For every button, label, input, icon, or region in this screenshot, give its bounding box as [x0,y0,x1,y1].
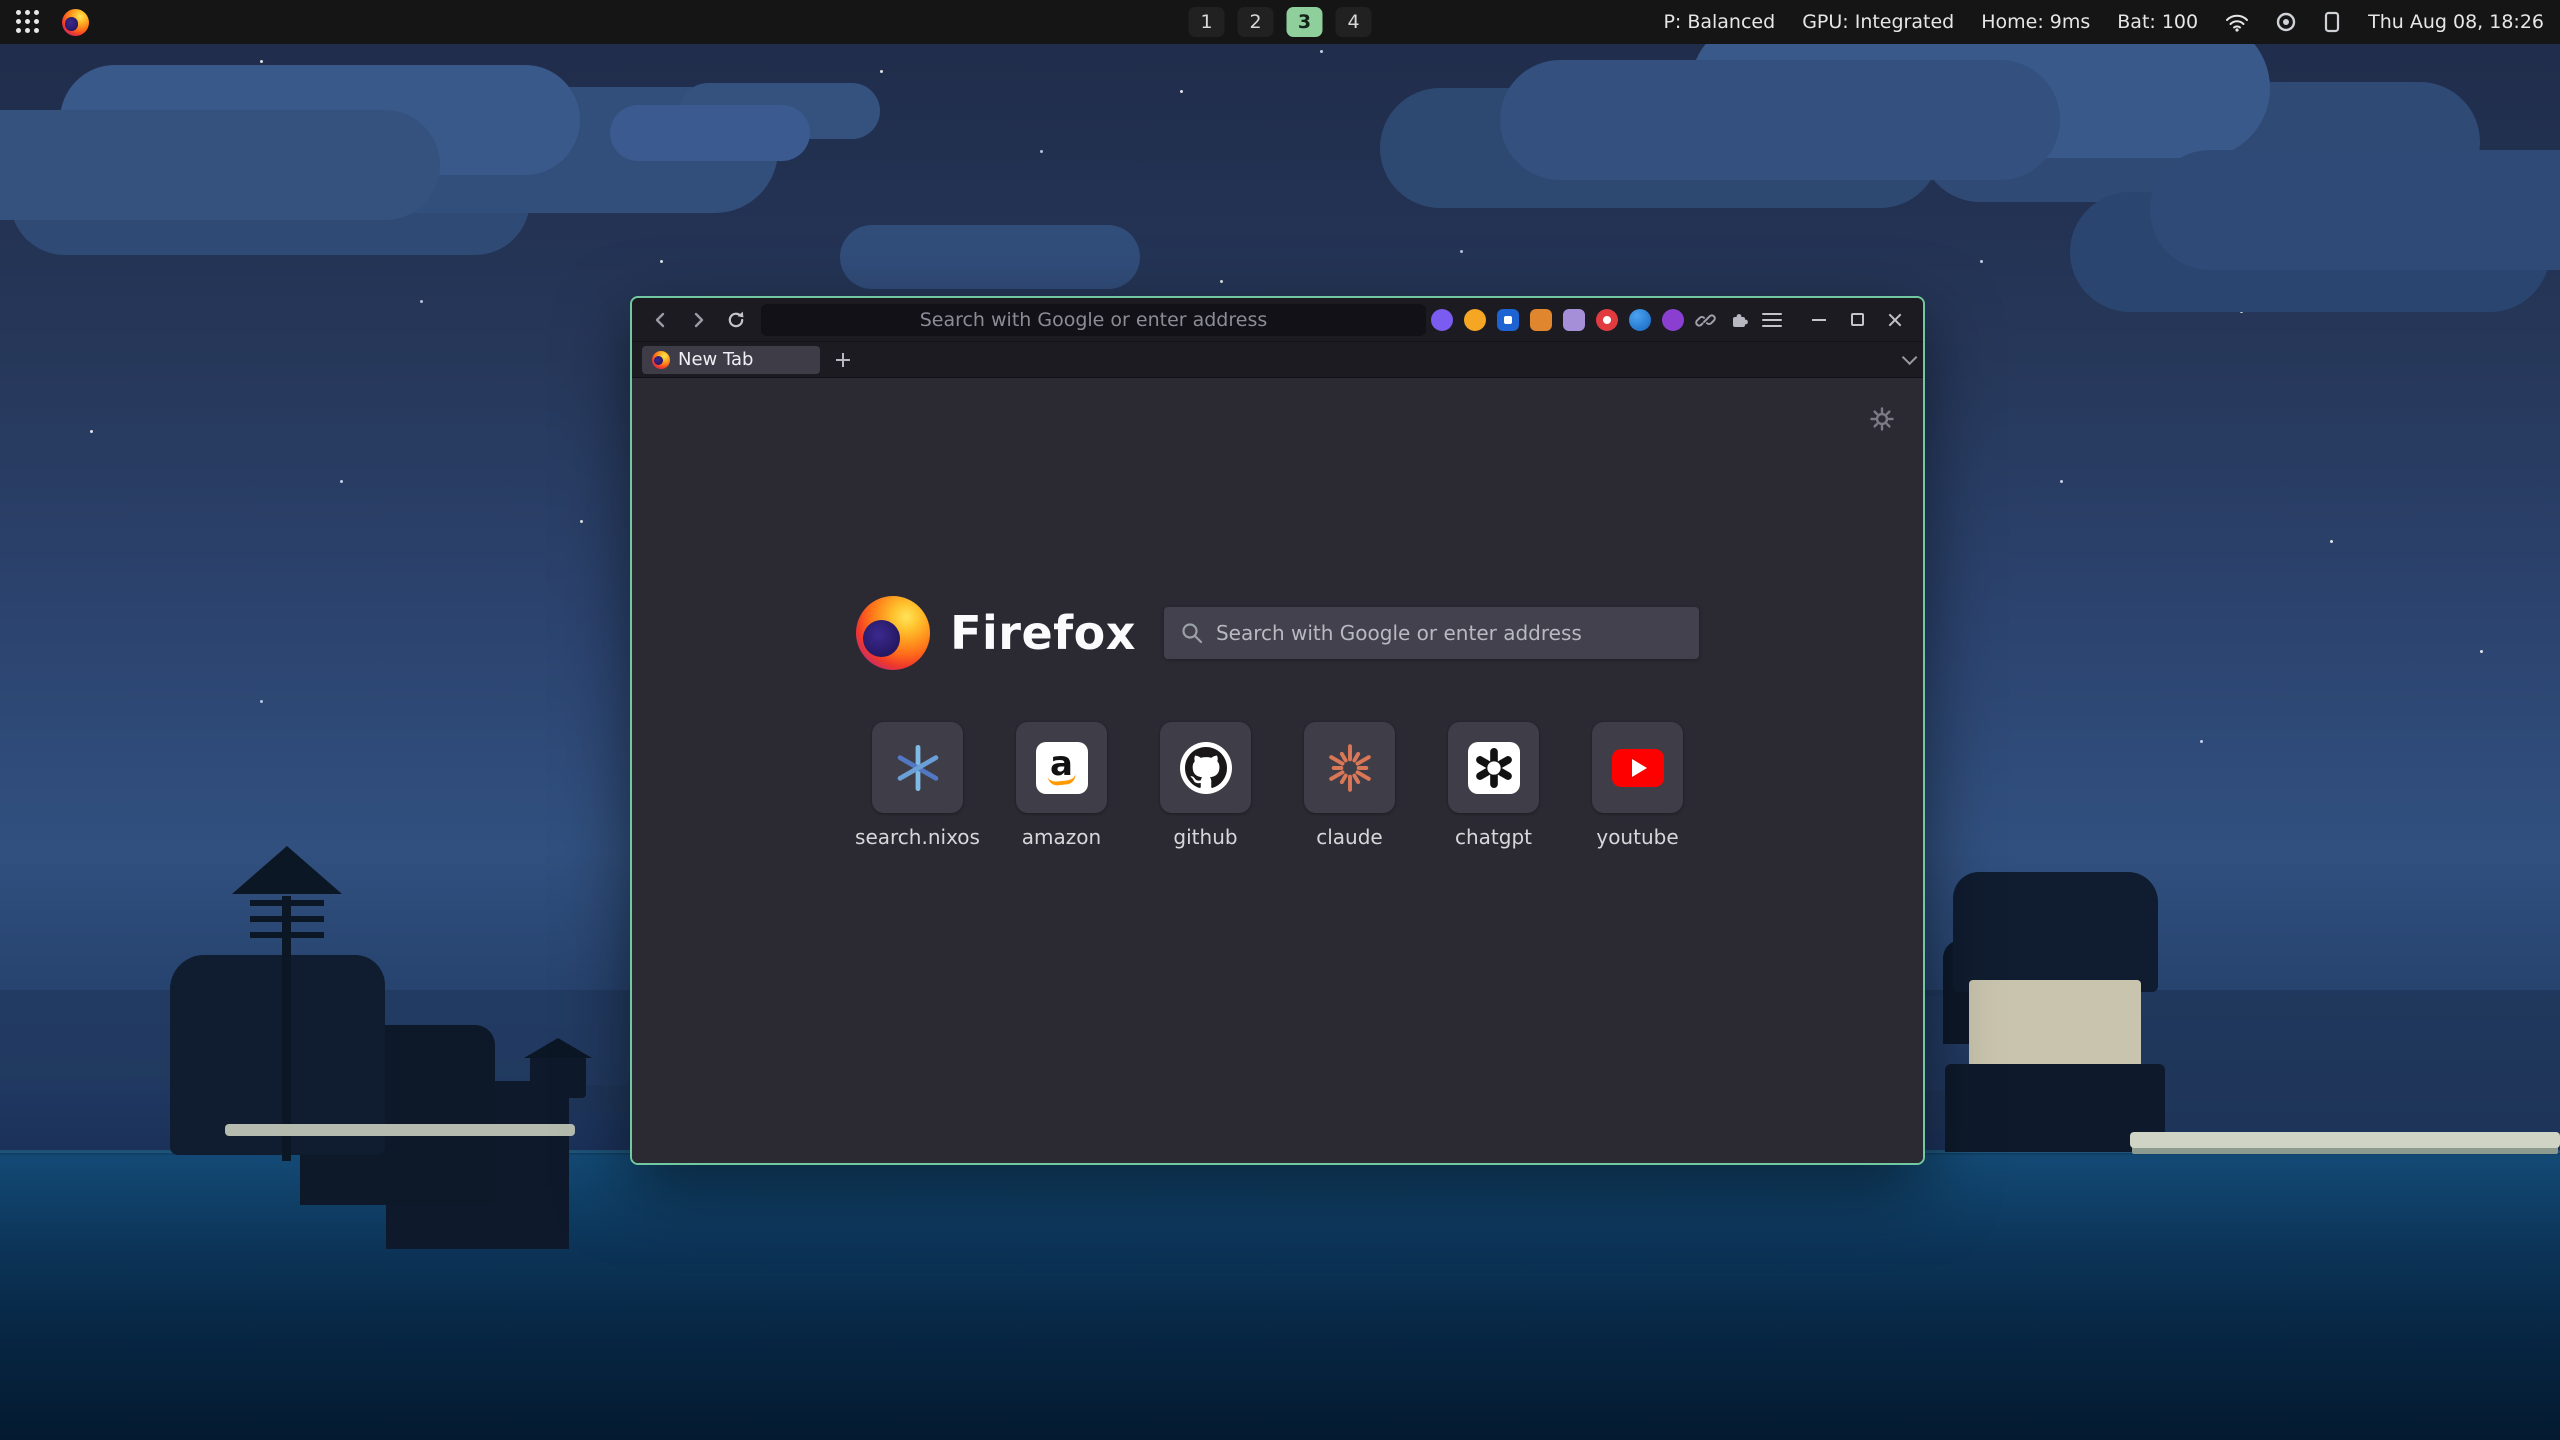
hut [530,1056,586,1098]
shortcut-label: youtube [1596,825,1678,849]
workspace-2[interactable]: 2 [1238,7,1274,37]
extension-icon-5[interactable] [1562,308,1586,332]
shortcut-github[interactable]: github [1160,722,1251,849]
firefox-hero: Firefox [856,596,1699,670]
toolbar-extensions [1430,304,1911,336]
shortcut-label: amazon [1022,825,1101,849]
island-right [1925,872,2185,1152]
url-bar [761,304,1426,336]
shortcut-search-nixos[interactable]: search.nixos [872,722,963,849]
beach-right [2130,1132,2560,1148]
claude-starburst-icon [1325,743,1375,793]
extension-icon-2[interactable] [1463,308,1487,332]
firefox-logo [856,596,930,670]
amazon-icon: a [1036,742,1088,794]
firefox-window: New Tab Firefox [630,296,1925,1165]
personalize-gear-icon[interactable] [1869,406,1895,436]
tab-bar: New Tab [632,342,1923,378]
chatgpt-knot-icon [1468,742,1520,794]
workspace-switcher: 1 2 3 4 [1189,0,1372,44]
extension-icon-7[interactable] [1628,308,1652,332]
tab-list-chevron-icon[interactable] [1902,350,1918,366]
nixos-snowflake-icon [893,743,943,793]
firefox-launcher-icon[interactable] [62,9,89,36]
menu-hamburger-icon[interactable] [1760,308,1784,332]
app-launcher-icon[interactable] [16,10,40,34]
beach-left [225,1124,575,1136]
github-octocat-icon [1180,742,1232,794]
status-bar: 1 2 3 4 P: Balanced GPU: Integrated Home… [0,0,2560,44]
gpu-status: GPU: Integrated [1802,11,1954,33]
shortcut-youtube[interactable]: youtube [1592,722,1683,849]
new-tab-button[interactable] [830,347,856,373]
extension-icon-8[interactable] [1661,308,1685,332]
display-icon[interactable] [2323,11,2341,33]
minimize-button[interactable] [1803,304,1835,336]
extension-icon-6[interactable] [1595,308,1619,332]
workspace-4[interactable]: 4 [1336,7,1372,37]
shortcut-tiles: search.nixos a amazon github [872,722,1683,849]
battery-status: Bat: 100 [2117,11,2198,33]
ping-status: Home: 9ms [1981,11,2090,33]
shortcut-label: chatgpt [1455,825,1532,849]
clock: Thu Aug 08, 18:26 [2368,11,2544,33]
tab-title: New Tab [678,349,753,370]
ocean [0,1150,2560,1440]
tab-new-tab[interactable]: New Tab [642,346,820,374]
workspace-3-active[interactable]: 3 [1287,7,1323,37]
firefox-wordmark: Firefox [950,606,1136,660]
wifi-icon[interactable] [2225,12,2249,32]
newtab-search-bar [1164,607,1699,659]
island-left [170,860,600,1150]
reload-button[interactable] [719,303,753,337]
search-icon [1180,621,1204,645]
extension-icon-4[interactable] [1529,308,1553,332]
workspace-1[interactable]: 1 [1189,7,1225,37]
extension-icon-1[interactable] [1430,308,1454,332]
url-input[interactable] [761,304,1426,336]
shortcut-label: claude [1316,825,1382,849]
extension-icon-3[interactable] [1496,308,1520,332]
status-tray: P: Balanced GPU: Integrated Home: 9ms Ba… [1663,11,2544,33]
new-tab-page: Firefox search.nixos [632,378,1923,1163]
bluetooth-icon[interactable] [2276,12,2296,32]
firefox-favicon [652,351,670,369]
close-button[interactable] [1879,304,1911,336]
newtab-search-input[interactable] [1216,621,1683,645]
youtube-play-icon [1612,749,1664,787]
shortcut-chatgpt[interactable]: chatgpt [1448,722,1539,849]
shortcut-label: github [1173,825,1237,849]
power-profile-status: P: Balanced [1663,11,1775,33]
browser-toolbar [632,298,1923,342]
shortcut-claude[interactable]: claude [1304,722,1395,849]
forward-button[interactable] [682,303,716,337]
shortcut-amazon[interactable]: a amazon [1016,722,1107,849]
extensions-puzzle-icon[interactable] [1727,308,1751,332]
link-icon[interactable] [1694,308,1718,332]
window-controls [1803,304,1911,336]
shortcut-label: search.nixos [855,825,980,849]
back-button[interactable] [644,303,678,337]
maximize-button[interactable] [1841,304,1873,336]
